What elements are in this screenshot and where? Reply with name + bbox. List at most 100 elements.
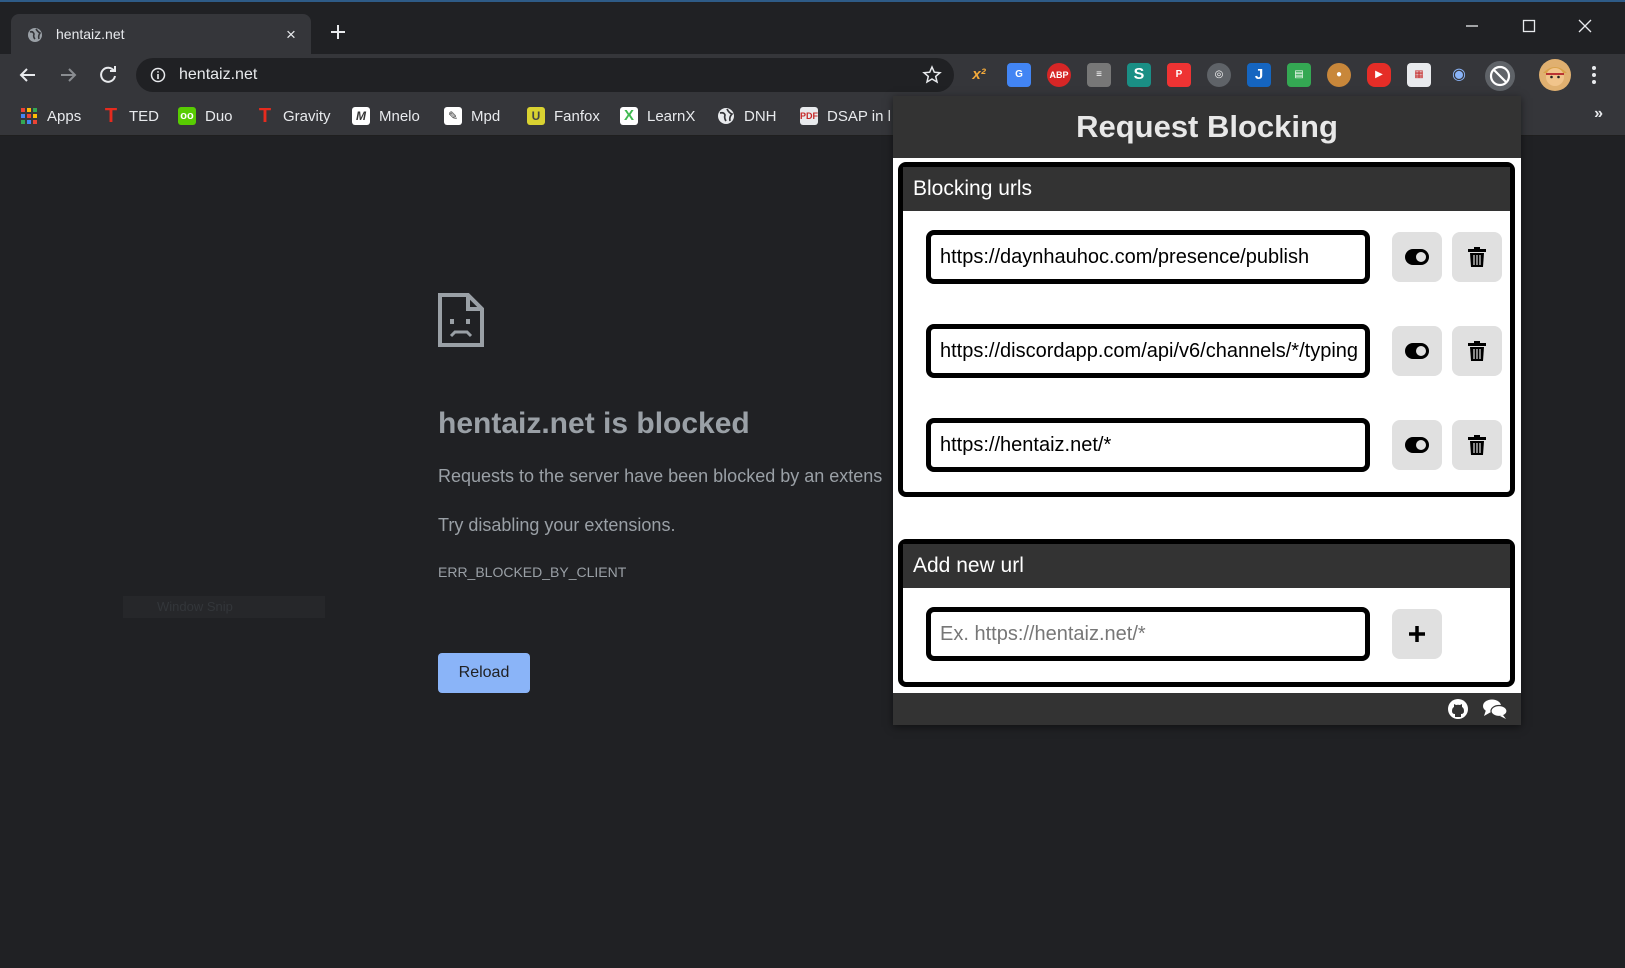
profile-avatar[interactable] [1539, 59, 1571, 91]
toggle-button[interactable] [1392, 326, 1442, 376]
bookmark-label: Mnelo [379, 107, 420, 125]
s-extension-icon[interactable]: S [1127, 63, 1151, 87]
request-blocking-extension-icon[interactable] [1485, 61, 1515, 91]
add-url-button[interactable] [1392, 609, 1442, 659]
new-tab-icon[interactable] [326, 20, 350, 44]
title-bar: hentaiz.net × [0, 0, 1625, 56]
superscript-extension-icon[interactable]: x² [967, 63, 991, 87]
toggle-button[interactable] [1392, 232, 1442, 282]
add-url-section: Add new url [898, 539, 1515, 687]
blocked-url-field[interactable]: https://discordapp.com/api/v6/channels/*… [926, 324, 1370, 378]
browser-tab[interactable]: hentaiz.net × [11, 14, 311, 56]
trash-icon [1468, 341, 1486, 361]
translate-extension-icon[interactable]: G [1007, 63, 1031, 87]
trash-icon [1468, 435, 1486, 455]
blocking-urls-section: Blocking urls https://daynhauhoc.com/pre… [898, 162, 1515, 497]
pdf-icon: PDF [800, 107, 818, 125]
bookmark-mpd[interactable]: ✎ Mpd [444, 105, 500, 127]
bookmark-label: Apps [47, 107, 82, 125]
table-extension-icon[interactable]: ▦ [1407, 63, 1431, 87]
back-arrow-icon[interactable] [16, 63, 40, 87]
toggle-button[interactable] [1392, 420, 1442, 470]
toggle-on-icon [1405, 437, 1429, 453]
bookmark-gravity[interactable]: T Gravity [256, 105, 331, 127]
trash-icon [1468, 247, 1486, 267]
blocked-url-field[interactable]: https://hentaiz.net/* [926, 418, 1370, 472]
bookmark-learnx[interactable]: X LearnX [620, 105, 695, 127]
delete-button[interactable] [1452, 420, 1502, 470]
forward-arrow-icon[interactable] [56, 63, 80, 87]
tab-close-icon[interactable]: × [281, 25, 301, 45]
error-description: Requests to the server have been blocked… [438, 466, 883, 486]
reload-icon[interactable] [96, 63, 120, 87]
mpd-icon: ✎ [444, 107, 462, 125]
minimize-icon[interactable] [1452, 14, 1492, 38]
bookmark-apps[interactable]: Apps [20, 105, 81, 127]
j-extension-icon[interactable]: J [1247, 63, 1271, 87]
bookmark-dnh[interactable]: DNH [717, 105, 777, 127]
tab-title: hentaiz.net [56, 26, 125, 42]
close-window-icon[interactable] [1565, 14, 1605, 38]
plus-icon [1409, 626, 1425, 642]
avatar-icon [1543, 67, 1567, 86]
maximize-icon[interactable] [1509, 14, 1549, 38]
bookmark-label: Duo [205, 107, 233, 125]
globe-icon [718, 108, 734, 124]
address-text[interactable]: hentaiz.net [179, 66, 257, 84]
section-heading: Blocking urls [903, 167, 1510, 211]
toggle-on-icon [1405, 343, 1429, 359]
toggle-on-icon [1405, 249, 1429, 265]
adblock-extension-icon[interactable]: ABP [1047, 63, 1071, 87]
address-bar[interactable]: hentaiz.net [136, 58, 954, 92]
delete-button[interactable] [1452, 326, 1502, 376]
comments-icon[interactable] [1481, 697, 1509, 721]
popup-footer [893, 693, 1521, 725]
github-icon[interactable] [1446, 697, 1470, 721]
new-url-input[interactable] [926, 607, 1370, 661]
mnelo-icon: M [352, 107, 370, 125]
gravity-icon: T [258, 105, 272, 127]
bookmark-label: Fanfox [554, 107, 600, 125]
tracker-extension-icon[interactable]: ◎ [1207, 63, 1231, 87]
section-heading: Add new url [903, 544, 1510, 588]
popup-title: Request Blocking [893, 96, 1521, 158]
bookmark-label: Gravity [283, 107, 331, 125]
delete-button[interactable] [1452, 232, 1502, 282]
bookmark-mnelo[interactable]: M Mnelo [352, 105, 420, 127]
globe-icon [28, 28, 42, 42]
ted-icon: T [104, 105, 118, 127]
sad-page-icon [438, 293, 484, 347]
bookmark-label: LearnX [647, 107, 696, 125]
apps-grid-icon [21, 108, 37, 124]
sheets-extension-icon[interactable]: ▤ [1287, 63, 1311, 87]
duolingo-icon: oo [178, 107, 196, 125]
toolbar: hentaiz.net x² G ABP ≡ S P ◎ J ▤ ● ▶ ▦ ◉ [0, 54, 1625, 96]
block-icon [1489, 65, 1511, 87]
request-blocking-popup: Request Blocking Blocking urls https://d… [893, 96, 1521, 725]
bookmark-label: Mpd [471, 107, 501, 125]
menu-kebab-icon[interactable] [1582, 63, 1606, 87]
bookmark-label: DNH [744, 107, 777, 125]
youtube-extension-icon[interactable]: ▶ [1367, 63, 1391, 87]
blocked-url-field[interactable]: https://daynhauhoc.com/presence/publish [926, 230, 1370, 284]
error-title: hentaiz.net is blocked [438, 407, 750, 440]
eye-extension-icon[interactable]: ◉ [1447, 63, 1471, 87]
star-icon[interactable] [922, 65, 942, 85]
learnx-icon: X [620, 107, 638, 125]
bookmark-label: DSAP in l [827, 107, 891, 125]
bookmarks-overflow-icon[interactable]: » [1594, 105, 1603, 123]
cookie-extension-icon[interactable]: ● [1327, 63, 1351, 87]
bookmark-fanfox[interactable]: U Fanfox [527, 105, 600, 127]
error-suggestion: Try disabling your extensions. [438, 515, 676, 535]
fanfox-icon: U [527, 107, 545, 125]
bookmark-dsap[interactable]: PDF DSAP in l [800, 105, 891, 127]
reader-extension-icon[interactable]: ≡ [1087, 63, 1111, 87]
reload-button[interactable]: Reload [438, 653, 530, 693]
bookmark-ted[interactable]: T TED [102, 105, 159, 127]
ghost-overlay: Window Snip [123, 596, 325, 618]
bookmark-label: TED [129, 107, 159, 125]
pdf-extension-icon[interactable]: P [1167, 63, 1191, 87]
error-code: ERR_BLOCKED_BY_CLIENT [438, 564, 627, 580]
bookmark-duo[interactable]: oo Duo [178, 105, 233, 127]
info-icon[interactable] [150, 67, 166, 83]
